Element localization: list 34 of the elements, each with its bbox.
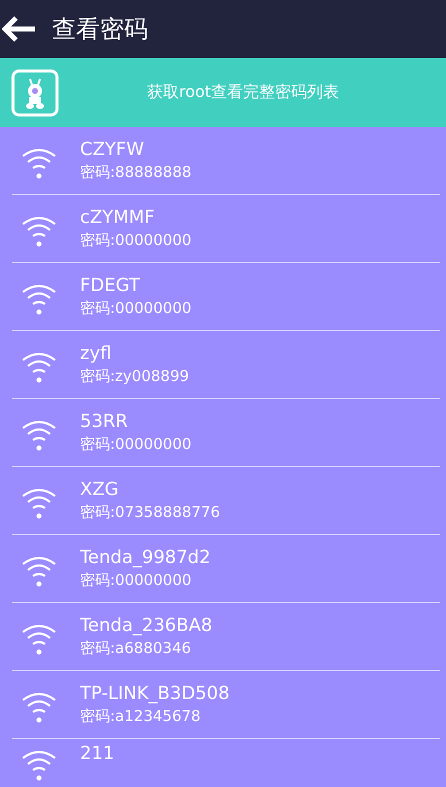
wifi-row[interactable]: Tenda_236BA8 密码:a6880346: [12, 603, 440, 671]
password-text: 密码:88888888: [80, 163, 192, 182]
password-text: 密码:00000000: [80, 231, 192, 250]
network-name: CZYFW: [80, 139, 146, 160]
wifi-row[interactable]: CZYFW 密码:88888888: [12, 127, 440, 195]
robot-icon: [11, 68, 59, 116]
wifi-row[interactable]: zyfl 密码:zy008899: [12, 331, 440, 399]
screen-title: 查看密码: [52, 14, 148, 45]
password-text: 密码:00000000: [80, 571, 192, 590]
wifi-row[interactable]: 53RR 密码:00000000: [12, 399, 440, 467]
network-name: zyfl: [80, 343, 112, 364]
password-text: 密码:a6880346: [80, 639, 192, 658]
wifi-row[interactable]: cZYMMF 密码:00000000: [12, 195, 440, 263]
back-arrow-icon[interactable]: [2, 16, 36, 42]
network-name: cZYMMF: [80, 207, 156, 228]
password-text: 密码:zy008899: [80, 367, 190, 386]
wifi-row[interactable]: Tenda_9987d2 密码:00000000: [12, 535, 440, 603]
wifi-row[interactable]: FDEGT 密码:00000000: [12, 263, 440, 331]
password-text: 密码:00000000: [80, 299, 192, 318]
password-text: 密码:00000000: [80, 435, 192, 454]
network-name: Tenda_9987d2: [80, 547, 211, 568]
password-text: 密码:a12345678: [80, 707, 202, 726]
password-text: 密码:07358888776: [80, 503, 220, 522]
network-name: TP-LINK_B3D508: [80, 683, 230, 704]
root-banner[interactable]: 获取root查看完整密码列表: [0, 58, 446, 127]
wifi-row[interactable]: XZG 密码:07358888776: [12, 467, 440, 535]
wifi-row[interactable]: TP-LINK_B3D508 密码:a12345678: [12, 671, 440, 739]
network-name: FDEGT: [80, 275, 141, 296]
banner-text: 获取root查看完整密码列表: [147, 82, 340, 103]
network-name: 211: [80, 743, 114, 764]
wifi-row[interactable]: 211: [12, 739, 440, 787]
network-name: XZG: [80, 479, 120, 500]
network-name: Tenda_236BA8: [80, 615, 212, 636]
network-name: 53RR: [80, 411, 129, 432]
